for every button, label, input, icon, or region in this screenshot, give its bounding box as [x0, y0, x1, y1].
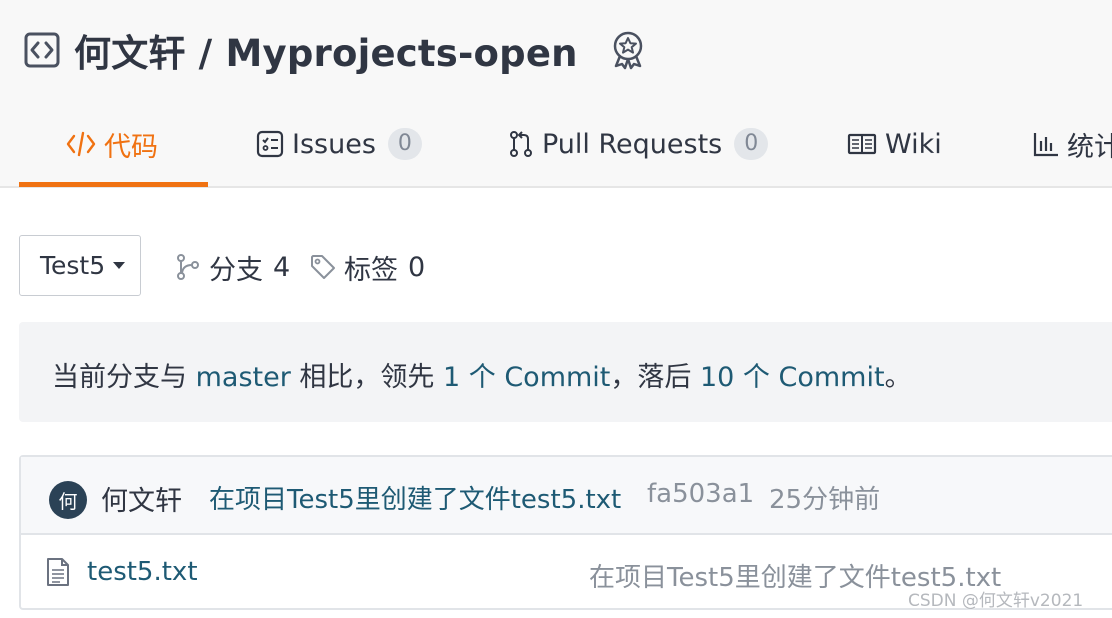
tab-pull-requests[interactable]: Pull Requests 0 — [508, 104, 769, 184]
tab-issues-label: Issues — [292, 128, 376, 160]
commit-message-link[interactable]: 在项目Test5里创建了文件test5.txt — [209, 479, 621, 516]
commit-time: 25分钟前 — [769, 485, 881, 515]
branch-compare-text: 当前分支与 master 相比，领先 1 个 Commit，落后 10 个 Co… — [52, 355, 912, 394]
behind-commits-link[interactable]: 10 个 Commit — [700, 362, 885, 393]
repo-header: 何文轩 / Myprojects-open 代码 Issues 0 Pull R… — [0, 0, 1112, 188]
tab-code[interactable]: 代码 — [66, 104, 158, 184]
tags-count: 0 — [408, 251, 426, 283]
bar-chart-icon — [1033, 131, 1059, 157]
file-text-icon — [45, 557, 71, 591]
code-icon — [66, 130, 96, 158]
tag-icon — [310, 254, 336, 280]
tab-issues[interactable]: Issues 0 — [256, 104, 422, 184]
branches-count: 4 — [273, 251, 291, 283]
caret-down-icon — [113, 262, 126, 269]
issues-icon — [256, 130, 284, 158]
commit-hash-link[interactable]: fa503a1 — [647, 479, 754, 509]
tab-pull-requests-label: Pull Requests — [542, 128, 723, 160]
compare-middle1: 相比，领先 — [290, 362, 443, 393]
branch-select[interactable]: Test5 — [19, 235, 141, 296]
branches-label: 分支 — [209, 254, 263, 286]
branches-link[interactable]: 分支 4 — [175, 248, 290, 286]
base-branch-link[interactable]: master — [196, 362, 291, 393]
pull-requests-count-badge: 0 — [734, 128, 769, 160]
watermark: CSDN @何文轩v2021 — [908, 591, 1084, 611]
tab-stats[interactable]: 统计 — [1033, 104, 1112, 184]
issues-count-badge: 0 — [387, 128, 422, 160]
branch-icon — [175, 253, 201, 281]
active-tab-indicator — [19, 182, 208, 187]
tab-stats-label: 统计 — [1067, 131, 1112, 163]
file-name-link[interactable]: test5.txt — [87, 557, 198, 587]
commit-author[interactable]: 何文轩 — [101, 479, 182, 518]
branch-select-value: Test5 — [40, 251, 106, 280]
compare-prefix: 当前分支与 — [52, 362, 196, 393]
pull-request-icon — [508, 130, 534, 158]
repo-name[interactable]: 何文轩 / Myprojects-open — [74, 23, 578, 77]
code-box-icon — [24, 32, 60, 68]
repo-title-bar: 何文轩 / Myprojects-open — [24, 22, 648, 78]
ahead-commits-link[interactable]: 1 个 Commit — [443, 362, 610, 393]
tags-label: 标签 — [344, 254, 398, 286]
tags-link[interactable]: 标签 0 — [310, 248, 425, 286]
compare-middle2: ，落后 — [610, 362, 700, 393]
tab-wiki[interactable]: Wiki — [847, 104, 942, 184]
latest-commit-row: 何 何文轩 在项目Test5里创建了文件test5.txt fa503a1 25… — [21, 457, 1112, 535]
award-badge-icon[interactable] — [608, 30, 648, 70]
compare-suffix: 。 — [884, 362, 912, 393]
tab-wiki-label: Wiki — [885, 128, 942, 160]
book-icon — [847, 132, 877, 156]
tab-code-label: 代码 — [104, 131, 158, 163]
repo-tabs: 代码 Issues 0 Pull Requests 0 Wiki 统计 — [0, 104, 1112, 187]
avatar[interactable]: 何 — [49, 481, 87, 519]
